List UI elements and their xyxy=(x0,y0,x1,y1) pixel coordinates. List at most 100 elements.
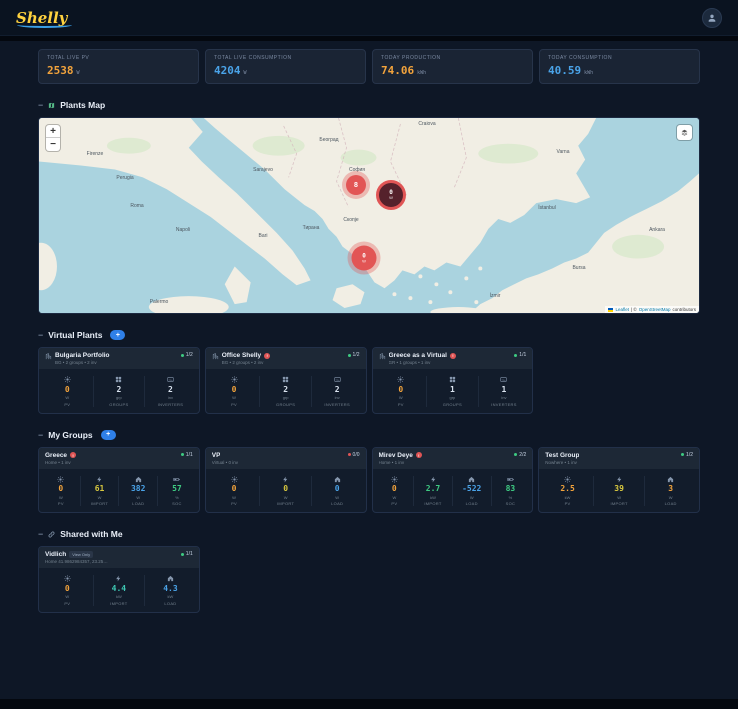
card-subtitle: GR • 1 groups • 1 inv xyxy=(388,360,431,365)
stat-unit: kWh xyxy=(417,70,427,76)
card-title: Greece as a Virtual xyxy=(388,352,447,359)
stat-import: 61 W IMPORT xyxy=(79,475,119,506)
shared-plant-card[interactable]: Vidlich View Only Home 41.9862984357, 23.… xyxy=(38,546,200,613)
stat-groups: 2 grp GROUPS xyxy=(92,376,145,407)
alert-icon: ! xyxy=(415,452,422,458)
card-title: Vidlich xyxy=(45,551,67,558)
sun-icon xyxy=(64,575,71,582)
groups-icon xyxy=(115,376,122,383)
virtual-plants-section-header: − Virtual Plants + xyxy=(38,330,700,340)
inverter-icon xyxy=(334,376,341,383)
stat-label: TOTAL LIVE PV xyxy=(47,55,90,61)
stat-pv: 0 W PV xyxy=(42,476,80,506)
stat-value: 40.59 kWh xyxy=(548,64,594,77)
collapse-toggle[interactable]: − xyxy=(38,430,43,440)
stat-card-today-production: TODAY PRODUCTION 74.06 kWh xyxy=(372,49,533,84)
virtual-plant-card[interactable]: Greece as a Virtual! GR • 1 groups • 1 i… xyxy=(371,347,534,414)
card-header: Greece! Home • 1 inv 1/1 xyxy=(39,447,199,469)
sun-icon xyxy=(564,476,571,483)
shared-section-header: − Shared with Me xyxy=(38,529,700,539)
stat-load: 4.3 kW LOAD xyxy=(144,575,196,606)
stat-soc: 57% SOC xyxy=(157,475,196,506)
groups-icon xyxy=(282,376,289,383)
collapse-toggle[interactable]: − xyxy=(38,330,43,340)
sun-icon xyxy=(231,376,238,383)
stat-unit: W xyxy=(243,70,247,76)
building-icon xyxy=(45,353,52,360)
stat-card-total-live-pv: TOTAL LIVE PV 2538 W xyxy=(38,49,199,84)
plants-map-section-header: − Plants Map xyxy=(38,100,700,110)
inverter-icon xyxy=(500,376,507,383)
group-card[interactable]: VP Virtual • 0 inv 0/0 0 W PV 0 W IMPORT 0WL… xyxy=(204,446,367,513)
plants-map[interactable]: Craiova Firenze Perugia Roma Napoli Bari… xyxy=(38,117,700,314)
stat-inverters: 2 inv INVERTERS xyxy=(310,376,363,407)
user-icon xyxy=(707,13,717,23)
attribution-separator: | © xyxy=(630,307,637,312)
card-stats: 0 W PV 2 grp GROUPS 2 inv INVERTERS xyxy=(39,369,199,413)
collapse-toggle[interactable]: − xyxy=(38,100,43,110)
stat-label: TOTAL LIVE CONSUMPTION xyxy=(214,55,292,61)
sun-icon xyxy=(57,476,64,483)
leaflet-link[interactable]: Leaflet xyxy=(615,307,629,312)
osm-link[interactable]: OpenStreetMap xyxy=(639,307,671,312)
card-stats: 0 W PV 2.7 kW IMPORT -522 W LOAD 83% SOC xyxy=(373,469,533,513)
card-stats: 0 W PV 0 W IMPORT 0 W LOAD xyxy=(206,469,366,513)
app-logo[interactable]: Shelly xyxy=(16,9,73,28)
map-cluster-marker[interactable]: 8 xyxy=(346,175,366,195)
stat-pv: 0 W PV xyxy=(376,376,427,407)
flag-icon xyxy=(608,307,614,312)
virtual-plant-card[interactable]: Office Shelly! BG • 2 groups • 2 inv 1/2… xyxy=(204,347,367,414)
status-badge: 0/0 xyxy=(347,452,360,458)
user-avatar-button[interactable] xyxy=(702,7,722,28)
status-dot xyxy=(514,353,518,357)
card-header: VP Virtual • 0 inv 0/0 xyxy=(205,447,366,469)
map-layers-button[interactable] xyxy=(677,125,692,140)
status-dot xyxy=(347,453,351,456)
status-dot xyxy=(347,353,351,357)
bolt-icon xyxy=(115,575,122,582)
stat-unit: W xyxy=(76,70,80,76)
stat-value: 2538 W xyxy=(47,64,80,77)
status-dot xyxy=(514,453,518,456)
bolt-icon xyxy=(616,476,623,483)
add-group-button[interactable]: + xyxy=(100,429,116,440)
link-icon xyxy=(48,531,55,538)
section-title: Shared with Me xyxy=(60,529,123,539)
map-city-label: Roma xyxy=(130,203,144,209)
zoom-in-button[interactable]: + xyxy=(46,125,60,138)
stat-pv: 2.5 kW PV xyxy=(542,476,593,506)
map-city-label: Bari xyxy=(258,233,268,239)
map-city-label: Craiova xyxy=(418,121,436,127)
map-plant-marker[interactable]: 0 W xyxy=(376,180,406,210)
card-subtitle: BG • 2 groups • 2 inv xyxy=(55,360,97,365)
view-only-badge: View Only xyxy=(69,551,94,558)
stat-import: 39 W IMPORT xyxy=(592,475,645,506)
add-virtual-plant-button[interactable]: + xyxy=(110,330,126,340)
group-card[interactable]: Greece! Home • 1 inv 1/1 0 W PV 61 W IMPORT … xyxy=(38,446,200,513)
map-plant-marker[interactable]: 0 W xyxy=(351,245,377,271)
status-badge: 1/2 xyxy=(347,352,360,358)
group-card[interactable]: Mirev Deye! Home • 1 inv 2/2 0 W PV 2.7 kW I… xyxy=(371,446,534,513)
stat-groups: 2 grp GROUPS xyxy=(259,376,311,407)
card-title: Test Group xyxy=(545,451,580,459)
section-title: Virtual Plants xyxy=(48,330,103,340)
map-attribution: Leaflet | © OpenStreetMap contributors xyxy=(605,306,699,313)
stat-load: 0 W LOAD xyxy=(310,475,363,506)
sun-icon xyxy=(397,376,404,383)
group-card[interactable]: Test Group Nowhere • 1 inv 1/2 2.5 kW PV 3… xyxy=(538,446,700,513)
zoom-out-button[interactable]: − xyxy=(46,138,60,151)
stat-unit: kWh xyxy=(584,70,594,76)
stat-inverters: 1 inv INVERTERS xyxy=(477,376,530,407)
map-city-label: Тирана xyxy=(302,225,320,231)
map-city-label: Београд xyxy=(319,137,339,143)
card-stats: 2.5 kW PV 39 W IMPORT 3 W LOAD xyxy=(539,469,699,513)
map-city-label: Varna xyxy=(556,149,570,155)
card-title: VP xyxy=(211,451,221,459)
card-stats: 0 W PV 1 grp GROUPS 1 inv INVERTERS xyxy=(373,369,533,413)
groups-icon xyxy=(449,376,456,383)
card-header: Greece as a Virtual! GR • 1 groups • 1 i… xyxy=(372,348,533,369)
virtual-plant-card[interactable]: Bulgaria Portfolio BG • 2 groups • 2 inv… xyxy=(38,347,200,414)
card-stats: 0 W PV 2 grp GROUPS 2 inv INVERTERS xyxy=(206,369,366,413)
stat-import: 0 W IMPORT xyxy=(259,475,311,506)
collapse-toggle[interactable]: − xyxy=(38,529,43,539)
